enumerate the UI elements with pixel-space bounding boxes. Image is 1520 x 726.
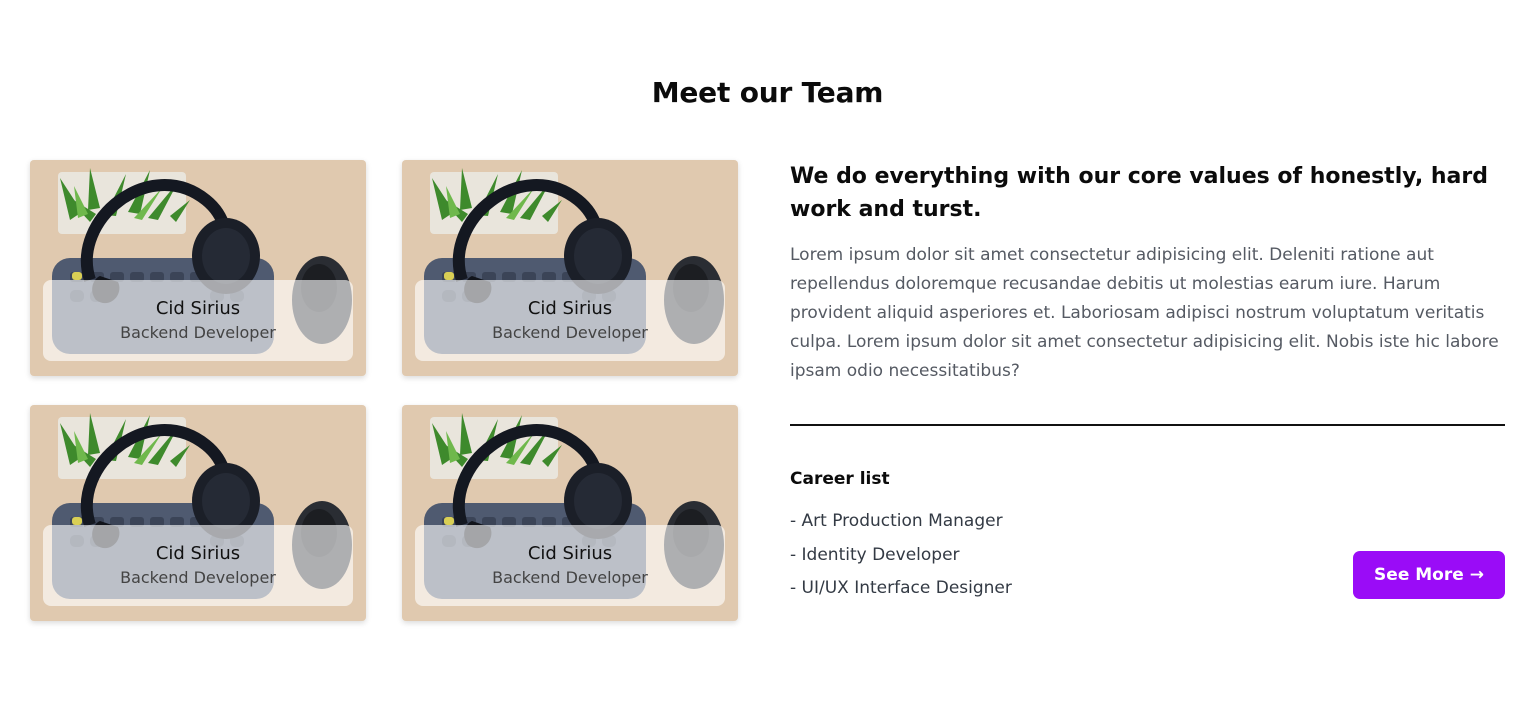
member-name: Cid Sirius: [527, 543, 613, 564]
member-name: Cid Sirius: [155, 543, 241, 564]
member-role: Backend Developer: [492, 323, 648, 342]
card-caption: Cid Sirius Backend Developer: [415, 525, 725, 606]
values-headline: We do everything with our core values of…: [790, 164, 1488, 222]
team-card[interactable]: Cid Sirius Backend Developer: [30, 405, 366, 621]
career-list: - Art Production Manager - Identity Deve…: [790, 505, 1012, 606]
section-divider: [790, 424, 1505, 426]
team-card[interactable]: Cid Sirius Backend Developer: [402, 160, 738, 376]
about-panel: We do everything with our core values of…: [790, 160, 1505, 599]
member-name: Cid Sirius: [527, 298, 613, 319]
career-item: - UI/UX Interface Designer: [790, 578, 1012, 598]
section-title: Meet our Team: [651, 76, 884, 109]
member-role: Backend Developer: [120, 568, 276, 587]
team-card[interactable]: Cid Sirius Backend Developer: [30, 160, 366, 376]
card-caption: Cid Sirius Backend Developer: [415, 280, 725, 361]
member-name: Cid Sirius: [155, 298, 241, 319]
member-role: Backend Developer: [492, 568, 648, 587]
card-caption: Cid Sirius Backend Developer: [43, 525, 353, 606]
career-list-title: Career list: [790, 469, 890, 489]
career-item: - Art Production Manager: [790, 511, 1003, 531]
career-item: - Identity Developer: [790, 544, 960, 565]
member-role: Backend Developer: [120, 323, 276, 342]
card-caption: Cid Sirius Backend Developer: [43, 280, 353, 361]
about-paragraph: Lorem ipsum dolor sit amet consectetur a…: [790, 245, 1499, 381]
see-more-button[interactable]: See More →: [1353, 551, 1505, 599]
team-card[interactable]: Cid Sirius Backend Developer: [402, 405, 738, 621]
